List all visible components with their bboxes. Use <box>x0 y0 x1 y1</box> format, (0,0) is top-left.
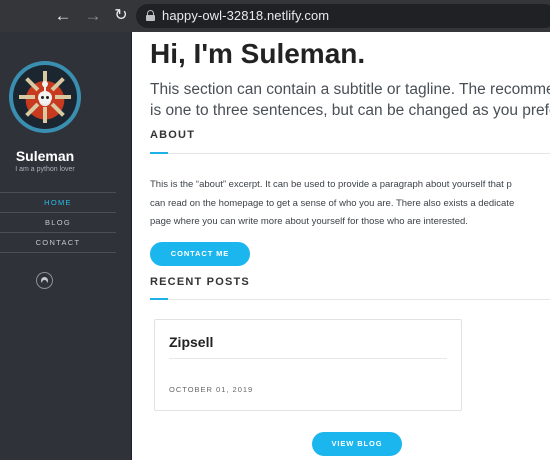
subtitle-line: is one to three sentences, but can be ch… <box>150 102 550 119</box>
view-blog-button[interactable]: VIEW BLOG <box>312 432 402 456</box>
sidebar-item-contact[interactable]: CONTACT <box>0 233 116 253</box>
page-title: Hi, I'm Suleman. <box>150 38 366 69</box>
back-arrow-icon[interactable]: ← <box>52 5 74 27</box>
recent-posts-accent-bar <box>150 298 168 300</box>
avatar-image <box>13 65 77 129</box>
sidebar-name: Suleman <box>15 148 75 164</box>
about-line: This is the “about” excerpt. It can be u… <box>150 179 512 190</box>
sidebar-nav: HOME BLOG CONTACT <box>0 192 116 253</box>
avatar <box>9 61 81 133</box>
lock-icon <box>146 10 155 21</box>
about-divider <box>150 153 550 154</box>
url-text[interactable]: happy-owl-32818.netlify.com <box>162 8 329 23</box>
post-title[interactable]: Zipsell <box>169 334 213 350</box>
about-line: page where you can write more about your… <box>150 216 468 227</box>
github-icon[interactable] <box>36 272 53 289</box>
about-line: can read on the homepage to get a sense … <box>150 197 515 209</box>
sidebar-tagline: I am a python lover <box>15 166 75 173</box>
about-heading: ABOUT <box>150 129 196 141</box>
address-bar[interactable]: happy-owl-32818.netlify.com <box>136 4 550 28</box>
page-subtitle: This section can contain a subtitle or t… <box>150 79 550 121</box>
post-card[interactable]: Zipsell OCTOBER 01, 2019 <box>154 319 462 411</box>
recent-posts-heading: RECENT POSTS <box>150 276 250 288</box>
about-accent-bar <box>150 152 168 154</box>
post-date: OCTOBER 01, 2019 <box>169 385 254 394</box>
main-content: Hi, I'm Suleman. This section can contai… <box>132 32 550 460</box>
about-excerpt: This is the “about” excerpt. It can be u… <box>150 176 550 232</box>
contact-me-button[interactable]: CONTACT ME <box>150 242 250 266</box>
reload-icon[interactable]: ↻ <box>110 5 132 27</box>
sidebar-item-blog[interactable]: BLOG <box>0 213 116 233</box>
sidebar-item-home[interactable]: HOME <box>0 193 116 213</box>
browser-toolbar: ← → ↻ happy-owl-32818.netlify.com <box>0 0 550 32</box>
subtitle-line: This section can contain a subtitle or t… <box>150 81 550 98</box>
sidebar: Suleman I am a python lover HOME BLOG CO… <box>0 32 132 460</box>
forward-arrow-icon[interactable]: → <box>82 5 104 27</box>
recent-posts-divider <box>150 299 550 300</box>
post-divider <box>169 358 447 359</box>
